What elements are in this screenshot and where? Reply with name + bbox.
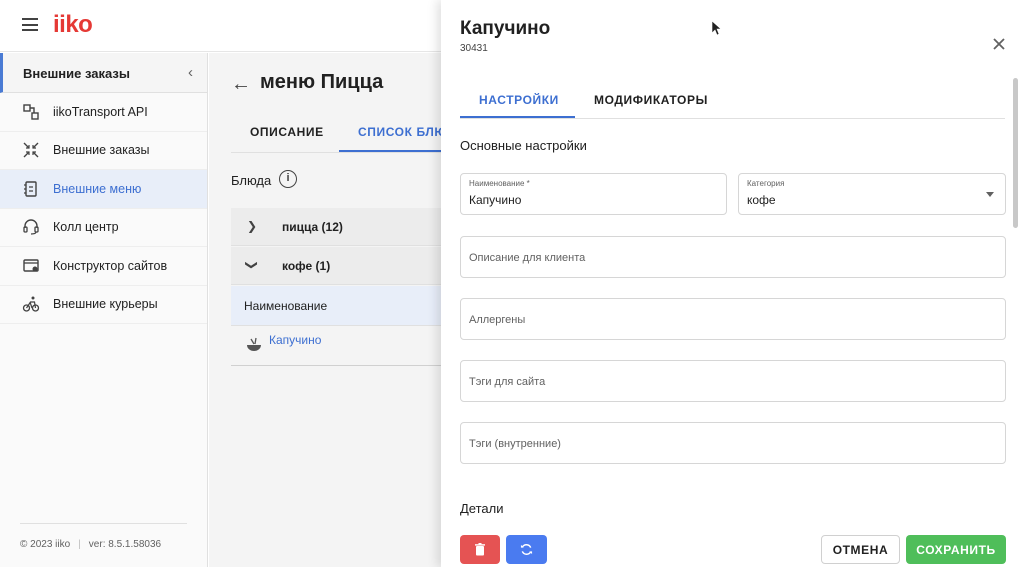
site-builder-icon — [22, 257, 40, 275]
sync-icon — [520, 544, 533, 555]
sidebar-item-label: Внешние меню — [53, 181, 142, 196]
dishes-label: Блюда — [231, 173, 272, 188]
info-icon[interactable]: i — [279, 170, 297, 188]
sidebar-item-call-center[interactable]: Колл центр — [0, 209, 207, 247]
allergens-placeholder: Аллергены — [469, 314, 526, 326]
category-select-label: Категория — [747, 179, 785, 188]
group-row-pizza[interactable]: ❯ пицца (12) — [231, 208, 441, 246]
description-placeholder: Описание для клиента — [469, 252, 586, 264]
sidebar-item-label: Внешние курьеры — [53, 297, 158, 312]
tab-dish-list[interactable]: СПИСОК БЛЮ — [358, 125, 447, 139]
headset-icon — [22, 218, 40, 236]
group-label: пицца (12) — [282, 220, 343, 234]
version-text: ver: 8.5.1.58036 — [88, 539, 162, 550]
group-row-coffee[interactable]: ❯ кофе (1) — [231, 247, 441, 285]
list-item[interactable]: Капучино — [231, 326, 441, 366]
menu-icon — [22, 180, 40, 198]
mouse-cursor-icon — [712, 21, 722, 35]
site-tags-field[interactable]: Тэги для сайта — [460, 360, 1006, 402]
internal-tags-placeholder: Тэги (внутренние) — [469, 438, 561, 450]
panel-tabs-divider — [460, 118, 1005, 119]
dish-link[interactable]: Капучино — [269, 333, 321, 347]
tabs-divider — [231, 152, 451, 153]
column-header: Наименование — [231, 286, 441, 326]
dish-bowl-icon — [245, 336, 263, 354]
chevron-down-icon[interactable]: ❯ — [245, 260, 259, 270]
details-heading: Детали — [460, 501, 504, 516]
sidebar-item-label: iikoTransport API — [53, 104, 148, 119]
courier-icon — [22, 295, 40, 313]
dropdown-caret-icon[interactable] — [986, 192, 994, 197]
name-field-value: Капучино — [469, 193, 522, 207]
sidebar-item-label: Колл центр — [53, 220, 119, 235]
transport-api-icon — [22, 103, 40, 121]
hamburger-menu-icon[interactable] — [22, 18, 38, 31]
active-tab-indicator — [339, 150, 449, 152]
panel-title: Капучино — [460, 18, 551, 39]
column-header-name: Наименование — [244, 299, 328, 313]
category-select[interactable]: Категория кофе — [738, 173, 1006, 215]
tab-description[interactable]: ОПИСАНИЕ — [250, 125, 324, 139]
close-icon[interactable] — [990, 35, 1008, 53]
tab-settings[interactable]: НАСТРОЙКИ — [479, 93, 559, 107]
panel-scrollbar[interactable] — [1013, 78, 1018, 228]
sidebar-header: Внешние заказы ‹ — [0, 53, 207, 93]
dish-code: 30431 — [460, 43, 488, 54]
page-title: меню Пицца — [260, 71, 384, 93]
tab-modifiers[interactable]: МОДИФИКАТОРЫ — [594, 93, 708, 107]
copyright-text: © 2023 iiko — [20, 539, 71, 550]
back-arrow-icon[interactable]: ← — [231, 73, 251, 96]
sidebar-header-label: Внешние заказы — [23, 66, 130, 81]
chevron-right-icon[interactable]: ❯ — [247, 219, 257, 233]
iiko-logo[interactable]: iiko — [53, 11, 93, 39]
site-tags-placeholder: Тэги для сайта — [469, 376, 546, 388]
name-field[interactable]: Наименование * Капучино — [460, 173, 727, 215]
trash-icon — [475, 543, 485, 556]
category-select-value: кофе — [747, 193, 776, 207]
sidebar-collapse-icon[interactable]: ‹ — [188, 65, 193, 80]
sidebar-item-external-couriers[interactable]: Внешние курьеры — [0, 286, 207, 324]
allergens-field[interactable]: Аллергены — [460, 298, 1006, 340]
sidebar-item-label: Конструктор сайтов — [53, 258, 168, 273]
cancel-button[interactable]: ОТМЕНА — [821, 535, 900, 564]
sidebar-item-external-orders[interactable]: Внешние заказы — [0, 132, 207, 170]
sidebar-footer: © 2023 iiko | ver: 8.5.1.58036 — [20, 523, 187, 567]
dish-edit-panel: Капучино 30431 НАСТРОЙКИ МОДИФИКАТОРЫ Ос… — [441, 0, 1024, 567]
sidebar-item-site-builder[interactable]: Конструктор сайтов — [0, 247, 207, 286]
name-field-label: Наименование * — [469, 179, 530, 188]
save-button[interactable]: СОХРАНИТЬ — [906, 535, 1006, 564]
delete-button[interactable] — [460, 535, 500, 564]
active-tab-indicator — [460, 116, 575, 118]
basic-settings-heading: Основные настройки — [460, 138, 587, 153]
sidebar-item-label: Внешние заказы — [53, 143, 150, 158]
group-label: кофе (1) — [282, 259, 331, 273]
sidebar: Внешние заказы ‹ iikoTransport API Внешн… — [0, 53, 208, 567]
orders-icon — [22, 141, 40, 159]
description-field[interactable]: Описание для клиента — [460, 236, 1006, 278]
sidebar-item-external-menu[interactable]: Внешние меню — [0, 170, 207, 209]
internal-tags-field[interactable]: Тэги (внутренние) — [460, 422, 1006, 464]
sidebar-item-transport-api[interactable]: iikoTransport API — [0, 93, 207, 132]
refresh-button[interactable] — [506, 535, 547, 564]
